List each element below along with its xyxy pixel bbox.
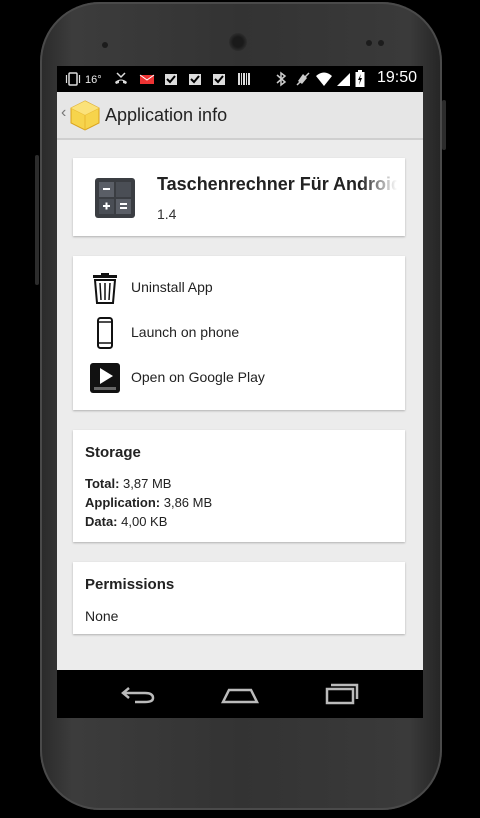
storage-data-label: Data: [85, 514, 118, 529]
uninstall-app-button[interactable]: Uninstall App [89, 270, 389, 306]
clock: 19:50 [376, 69, 417, 86]
barcode-icon [238, 73, 250, 85]
storage-title: Storage [85, 444, 141, 461]
app-header-card: Taschenrechner Für Android 1.4 [73, 158, 405, 236]
storage-data-value: 4,00 KB [121, 514, 168, 529]
storage-total-label: Total: [85, 476, 120, 491]
front-camera [102, 42, 108, 48]
page-title: Application info [105, 105, 228, 125]
action-bar: ‹ Application info [57, 92, 423, 140]
vibrate-icon [65, 72, 81, 86]
light-sensor [378, 40, 384, 46]
open-google-play-button[interactable]: Open on Google Play [89, 360, 389, 396]
storage-application-value: 3,86 MB [163, 495, 213, 510]
storage-application-row: Application: 3,86 MB [85, 495, 212, 510]
launch-on-phone-label: Launch on phone [131, 324, 240, 340]
launch-on-phone-button[interactable]: Launch on phone [89, 315, 389, 351]
app-info-content: Taschenrechner Für Android 1.4 Uninstall… [57, 140, 423, 670]
google-play-icon [90, 363, 120, 393]
mail-icon [139, 74, 155, 84]
download-done-icon [189, 74, 201, 85]
permissions-value: None [85, 608, 119, 624]
status-bar: 16° 19:50 [57, 66, 423, 92]
storage-total-row: Total: 3,87 MB [85, 476, 171, 491]
power-button[interactable] [442, 100, 446, 150]
mute-icon [296, 72, 310, 86]
storage-data-row: Data: 4,00 KB [85, 514, 167, 529]
temperature-text: 16° [85, 74, 102, 86]
storage-total-value: 3,87 MB [123, 476, 172, 491]
home-icon[interactable] [220, 680, 260, 708]
actions-card: Uninstall App Launch on phone Open on Go… [73, 256, 405, 410]
app-logo-cube-icon[interactable] [69, 99, 101, 131]
download-done-icon [213, 74, 225, 85]
navigation-bar [57, 670, 423, 718]
uninstall-app-label: Uninstall App [131, 279, 213, 295]
app-version: 1.4 [157, 206, 177, 222]
open-google-play-label: Open on Google Play [131, 369, 265, 385]
storage-card: Storage Total: 3,87 MB Application: 3,86… [73, 430, 405, 542]
battery-icon [355, 70, 365, 87]
download-done-icon [165, 74, 177, 85]
storage-application-label: Application: [85, 495, 161, 510]
bluetooth-icon [276, 71, 287, 87]
wifi-icon [316, 72, 332, 86]
trash-icon [93, 273, 117, 304]
phone-icon [97, 317, 113, 349]
back-icon[interactable] [119, 680, 159, 708]
proximity-sensor [366, 40, 372, 46]
missed-call-icon [115, 72, 127, 84]
volume-button[interactable] [35, 155, 39, 285]
app-name: Taschenrechner Für Android [157, 174, 397, 194]
earpiece-speaker [229, 33, 247, 51]
permissions-card: Permissions None [73, 562, 405, 634]
signal-icon [337, 73, 350, 86]
calculator-app-icon [95, 178, 135, 218]
back-caret-icon[interactable]: ‹ [61, 104, 66, 122]
permissions-title: Permissions [85, 576, 175, 593]
recent-apps-icon[interactable] [322, 680, 362, 708]
screen: 16° 19:50 ‹ Application info Taschenrech… [57, 66, 423, 718]
